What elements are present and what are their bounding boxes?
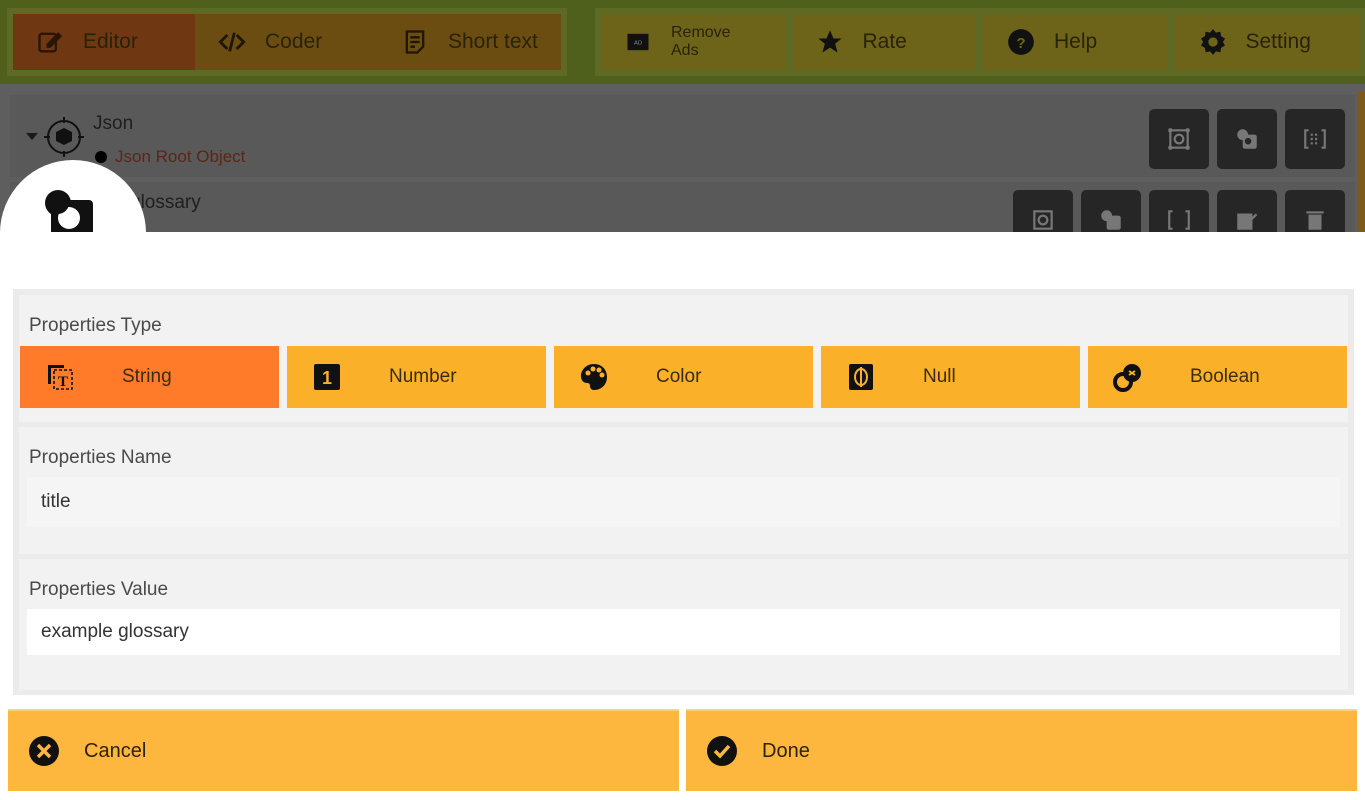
svg-text:1: 1 <box>322 368 332 388</box>
trash-icon <box>1306 211 1324 230</box>
tree-row-title: Json <box>93 113 134 134</box>
delete-button[interactable] <box>1285 190 1345 232</box>
svg-text:AD: AD <box>634 40 642 46</box>
number-icon: 1 <box>311 361 343 393</box>
glossary-actions <box>1013 190 1345 232</box>
help-button[interactable]: ? Help <box>984 14 1168 70</box>
add-object-icon <box>1033 210 1053 230</box>
add-array-button[interactable] <box>1285 109 1345 169</box>
type-label: Color <box>656 366 702 387</box>
text-type-icon: T <box>44 361 76 393</box>
properties-type-label: Properties Type <box>29 315 162 336</box>
gear-icon <box>1198 27 1228 57</box>
subtitle-text: Json Root Object <box>115 147 246 166</box>
ad-icon: AD <box>623 27 653 57</box>
type-selector: T String 1 Number Color Null Boolean <box>20 346 1347 408</box>
tab-label: Coder <box>265 30 323 53</box>
properties-name-label: Properties Name <box>29 447 172 468</box>
properties-value-section: Properties Value example glossary <box>19 559 1348 690</box>
dialog-panel: Properties Type T String 1 Number Color … <box>13 289 1354 695</box>
action-group: AD Remove Ads Rate ? Help Setting <box>595 8 1365 76</box>
done-label: Done <box>762 739 810 762</box>
type-label: String <box>122 366 172 387</box>
svg-text:T: T <box>58 374 68 390</box>
type-null-button[interactable]: Null <box>821 346 1080 408</box>
tree-row-glossary[interactable]: glossary <box>10 182 1355 232</box>
cancel-circle-icon <box>29 736 59 766</box>
action-label: Help <box>1054 30 1098 53</box>
type-color-button[interactable]: Color <box>554 346 813 408</box>
type-string-button[interactable]: T String <box>20 346 279 408</box>
remove-ads-button[interactable]: AD Remove Ads <box>601 14 785 70</box>
root-object-icon <box>44 117 84 157</box>
type-number-button[interactable]: 1 Number <box>287 346 546 408</box>
properties-name-input[interactable]: title <box>27 477 1340 527</box>
properties-value-input[interactable]: example glossary <box>27 609 1340 655</box>
type-label: Boolean <box>1190 366 1260 387</box>
mode-tab-group: Editor Coder Short text <box>7 8 567 76</box>
add-object-button[interactable] <box>1149 109 1209 169</box>
action-label: Remove Ads <box>671 24 731 59</box>
edit-icon <box>1237 213 1258 230</box>
add-object-icon <box>1168 128 1190 150</box>
type-label: Null <box>923 366 956 387</box>
action-label: Rate <box>862 30 907 53</box>
add-property-button[interactable] <box>1217 109 1277 169</box>
add-array-icon <box>1168 210 1190 230</box>
palette-icon <box>578 361 610 393</box>
properties-type-section: Properties Type T String 1 Number Color … <box>19 295 1348 422</box>
tab-coder[interactable]: Coder <box>195 14 378 70</box>
done-button[interactable]: Done <box>686 709 1357 791</box>
action-label: Setting <box>1245 30 1311 53</box>
tab-label: Short text <box>448 30 538 53</box>
tree-row-subtitle: Json Root Object <box>95 147 245 167</box>
add-property-button[interactable] <box>1081 190 1141 232</box>
tab-editor[interactable]: Editor <box>13 14 195 70</box>
note-icon <box>400 27 430 57</box>
tab-short-text[interactable]: Short text <box>378 14 561 70</box>
properties-value-label: Properties Value <box>29 579 169 600</box>
properties-name-section: Properties Name title <box>19 427 1348 554</box>
bullet-icon <box>95 151 107 163</box>
null-icon <box>845 361 877 393</box>
add-array-icon <box>1304 129 1326 149</box>
type-boolean-button[interactable]: Boolean <box>1088 346 1347 408</box>
check-circle-icon <box>707 736 737 766</box>
type-label: Number <box>389 366 457 387</box>
tab-label: Editor <box>83 30 138 53</box>
edit-icon <box>35 27 65 57</box>
help-icon: ? <box>1006 27 1036 57</box>
star-icon <box>815 27 845 57</box>
add-property-icon <box>1237 129 1257 149</box>
edit-button[interactable] <box>1217 190 1277 232</box>
tree-row-root[interactable]: Json Json Root Object <box>10 95 1355 177</box>
add-array-button[interactable] <box>1149 190 1209 232</box>
cancel-button[interactable]: Cancel <box>8 709 679 791</box>
code-icon <box>217 27 247 57</box>
add-object-button[interactable] <box>1013 190 1073 232</box>
add-property-icon <box>1101 210 1121 230</box>
setting-button[interactable]: Setting <box>1175 14 1359 70</box>
svg-text:?: ? <box>1016 35 1025 52</box>
property-dialog: Properties Type T String 1 Number Color … <box>0 232 1365 800</box>
boolean-icon <box>1112 361 1144 393</box>
root-actions <box>1149 109 1345 169</box>
cancel-label: Cancel <box>84 739 147 762</box>
expand-caret-icon[interactable] <box>26 133 38 140</box>
background-app: Editor Coder Short text AD Remove Ads Ra… <box>0 0 1365 232</box>
rate-button[interactable]: Rate <box>792 14 976 70</box>
json-tree: Json Json Root Object glossary <box>10 92 1355 232</box>
scroll-indicator <box>1357 92 1365 232</box>
top-toolbar: Editor Coder Short text AD Remove Ads Ra… <box>0 0 1365 84</box>
